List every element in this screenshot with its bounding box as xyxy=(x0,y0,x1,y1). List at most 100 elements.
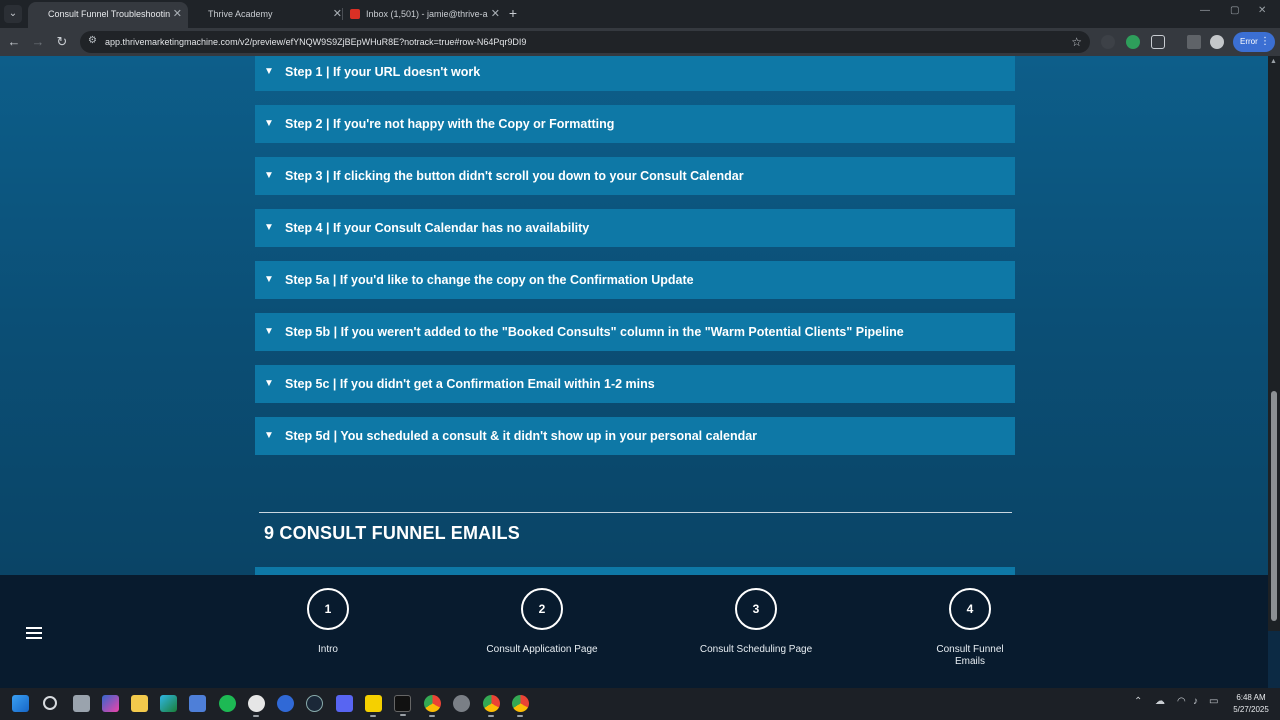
wifi-icon[interactable]: ◠ xyxy=(1177,696,1186,707)
accordion-label: Step 1 | If your URL doesn't work xyxy=(285,65,481,79)
back-icon[interactable]: ← xyxy=(6,34,22,50)
step-label: Intro xyxy=(317,644,338,655)
nav-step-application-page[interactable]: 2 Consult Application Page xyxy=(472,588,612,656)
minimize-icon[interactable]: — xyxy=(1200,5,1210,16)
sticky-notes-icon[interactable] xyxy=(365,695,382,717)
url-text[interactable]: app.thrivemarketingmachine.com/v2/previe… xyxy=(105,31,526,53)
nav-step-funnel-emails[interactable]: 4 Consult Funnel Emails xyxy=(900,588,1040,668)
chrome-profile-icon[interactable] xyxy=(512,695,529,717)
edge-icon[interactable] xyxy=(160,695,177,712)
close-icon[interactable]: ✕ xyxy=(491,3,500,25)
discord-icon[interactable] xyxy=(336,695,353,712)
windows-taskbar: ⌃ ☁ ◠ ♪ ▭ 6:48 AM 5/27/2025 xyxy=(0,688,1280,720)
tab-strip: ⌄ Consult Funnel Troubleshootin ✕ Thrive… xyxy=(0,0,1280,28)
step-label: Consult Scheduling Page xyxy=(699,644,813,655)
battery-icon[interactable]: ▭ xyxy=(1209,696,1218,707)
accordion-step-2[interactable]: ▼ Step 2 | If you're not happy with the … xyxy=(255,105,1015,143)
section-title: 9 CONSULT FUNNEL EMAILS xyxy=(264,523,520,543)
accordion-step-1[interactable]: ▼ Step 1 | If your URL doesn't work xyxy=(255,56,1015,91)
extensions-puzzle-icon[interactable] xyxy=(1151,35,1165,49)
error-label: Error xyxy=(1240,37,1258,46)
tab-consult-funnel[interactable]: Consult Funnel Troubleshootin ✕ xyxy=(28,2,188,28)
tab-title: Consult Funnel Troubleshootin xyxy=(48,9,171,19)
chevron-down-icon: ▼ xyxy=(264,430,274,441)
tab-search-button[interactable]: ⌄ xyxy=(4,5,22,23)
accordion-step-5d[interactable]: ▼ Step 5d | You scheduled a consult & it… xyxy=(255,417,1015,455)
tray-chevron-icon[interactable]: ⌃ xyxy=(1134,696,1142,707)
step-label: Consult Funnel Emails xyxy=(936,644,1004,667)
windows-start-icon[interactable] xyxy=(12,695,29,712)
chevron-down-icon: ▼ xyxy=(264,222,274,233)
forward-icon[interactable]: → xyxy=(30,34,46,50)
window-close-icon[interactable]: ✕ xyxy=(1258,5,1266,16)
more-vert-icon: ⋮ xyxy=(1260,36,1270,47)
cloud-icon[interactable]: ☁ xyxy=(1155,696,1165,707)
maximize-icon[interactable]: ▢ xyxy=(1230,5,1239,16)
nav-step-scheduling-page[interactable]: 3 Consult Scheduling Page xyxy=(686,588,826,656)
close-icon[interactable]: ✕ xyxy=(173,2,182,26)
accordion-peek[interactable] xyxy=(255,567,1015,575)
accordion-label: Step 5a | If you'd like to change the co… xyxy=(285,273,694,287)
chevron-down-icon: ▼ xyxy=(264,274,274,285)
volume-icon[interactable]: ♪ xyxy=(1193,696,1198,707)
scrollbar-thumb[interactable] xyxy=(1271,391,1277,621)
chevron-down-icon: ▼ xyxy=(264,170,274,181)
tab-divider xyxy=(342,8,343,20)
chrome-profile-icon[interactable] xyxy=(483,695,500,717)
step-number: 2 xyxy=(521,588,563,630)
hamburger-menu-icon[interactable] xyxy=(26,627,42,641)
chevron-down-icon: ▼ xyxy=(264,326,274,337)
bookmark-star-icon[interactable]: ☆ xyxy=(1071,31,1082,53)
accordion-step-5b[interactable]: ▼ Step 5b | If you weren't added to the … xyxy=(255,313,1015,351)
error-button[interactable]: Error ⋮ xyxy=(1233,32,1275,52)
accordion-label: Step 4 | If your Consult Calendar has no… xyxy=(285,221,590,235)
accordion-label: Step 3 | If clicking the button didn't s… xyxy=(285,169,744,183)
chevron-down-icon: ▼ xyxy=(264,118,274,129)
step-label: Consult Application Page xyxy=(486,644,598,655)
chevron-down-icon: ▼ xyxy=(264,66,274,77)
reload-icon[interactable]: ↻ xyxy=(54,34,70,50)
spotify-icon[interactable] xyxy=(219,695,236,712)
accordion-step-3[interactable]: ▼ Step 3 | If clicking the button didn't… xyxy=(255,157,1015,195)
reading-list-icon[interactable] xyxy=(1187,35,1201,49)
accordion-step-5a[interactable]: ▼ Step 5a | If you'd like to change the … xyxy=(255,261,1015,299)
address-bar[interactable]: ⚙ app.thrivemarketingmachine.com/v2/prev… xyxy=(80,31,1090,53)
gmail-icon xyxy=(350,9,360,19)
scroll-up-icon[interactable]: ▲ xyxy=(1270,58,1277,65)
accordion-label: Step 2 | If you're not happy with the Co… xyxy=(285,117,615,131)
tab-thrive-academy[interactable]: Thrive Academy ✕ xyxy=(188,3,348,25)
step-number: 1 xyxy=(307,588,349,630)
browser-toolbar: ← → ↻ ⚙ app.thrivemarketingmachine.com/v… xyxy=(0,28,1280,56)
accordion-step-4[interactable]: ▼ Step 4 | If your Consult Calendar has … xyxy=(255,209,1015,247)
clock-time: 6:48 AM xyxy=(1236,693,1266,702)
app-icon[interactable] xyxy=(248,695,265,717)
close-icon[interactable]: ✕ xyxy=(333,3,342,25)
nav-step-intro[interactable]: 1 Intro xyxy=(258,588,398,656)
extension-icon[interactable] xyxy=(1101,35,1115,49)
page-scrollbar[interactable]: ▲ xyxy=(1268,56,1280,631)
course-step-nav: 1 Intro 2 Consult Application Page 3 Con… xyxy=(0,575,1268,688)
file-explorer-icon[interactable] xyxy=(131,695,148,712)
accordion-step-5c[interactable]: ▼ Step 5c | If you didn't get a Confirma… xyxy=(255,365,1015,403)
settings-icon[interactable] xyxy=(453,695,470,712)
chrome-icon[interactable] xyxy=(424,695,441,717)
system-clock[interactable]: 6:48 AM 5/27/2025 xyxy=(1228,692,1274,716)
step-number: 4 xyxy=(949,588,991,630)
search-icon[interactable] xyxy=(43,696,57,710)
grammarly-icon[interactable] xyxy=(1126,35,1140,49)
new-tab-button[interactable]: + xyxy=(505,4,521,22)
accordion-label: Step 5d | You scheduled a consult & it d… xyxy=(285,429,758,443)
terminal-icon[interactable] xyxy=(394,695,411,716)
avatar[interactable] xyxy=(1210,35,1224,49)
step-number: 3 xyxy=(735,588,777,630)
store-icon[interactable] xyxy=(189,695,206,712)
accordion-label: Step 5c | If you didn't get a Confirmati… xyxy=(285,377,655,391)
section-divider xyxy=(259,512,1012,513)
steam-icon[interactable] xyxy=(306,695,323,712)
zoom-icon[interactable] xyxy=(277,695,294,712)
copilot-icon[interactable] xyxy=(102,695,119,712)
chevron-down-icon: ▼ xyxy=(264,378,274,389)
tab-inbox[interactable]: Inbox (1,501) - jamie@thrive-a ✕ xyxy=(346,3,506,25)
task-view-icon[interactable] xyxy=(73,695,90,712)
site-info-icon[interactable]: ⚙ xyxy=(88,35,100,49)
